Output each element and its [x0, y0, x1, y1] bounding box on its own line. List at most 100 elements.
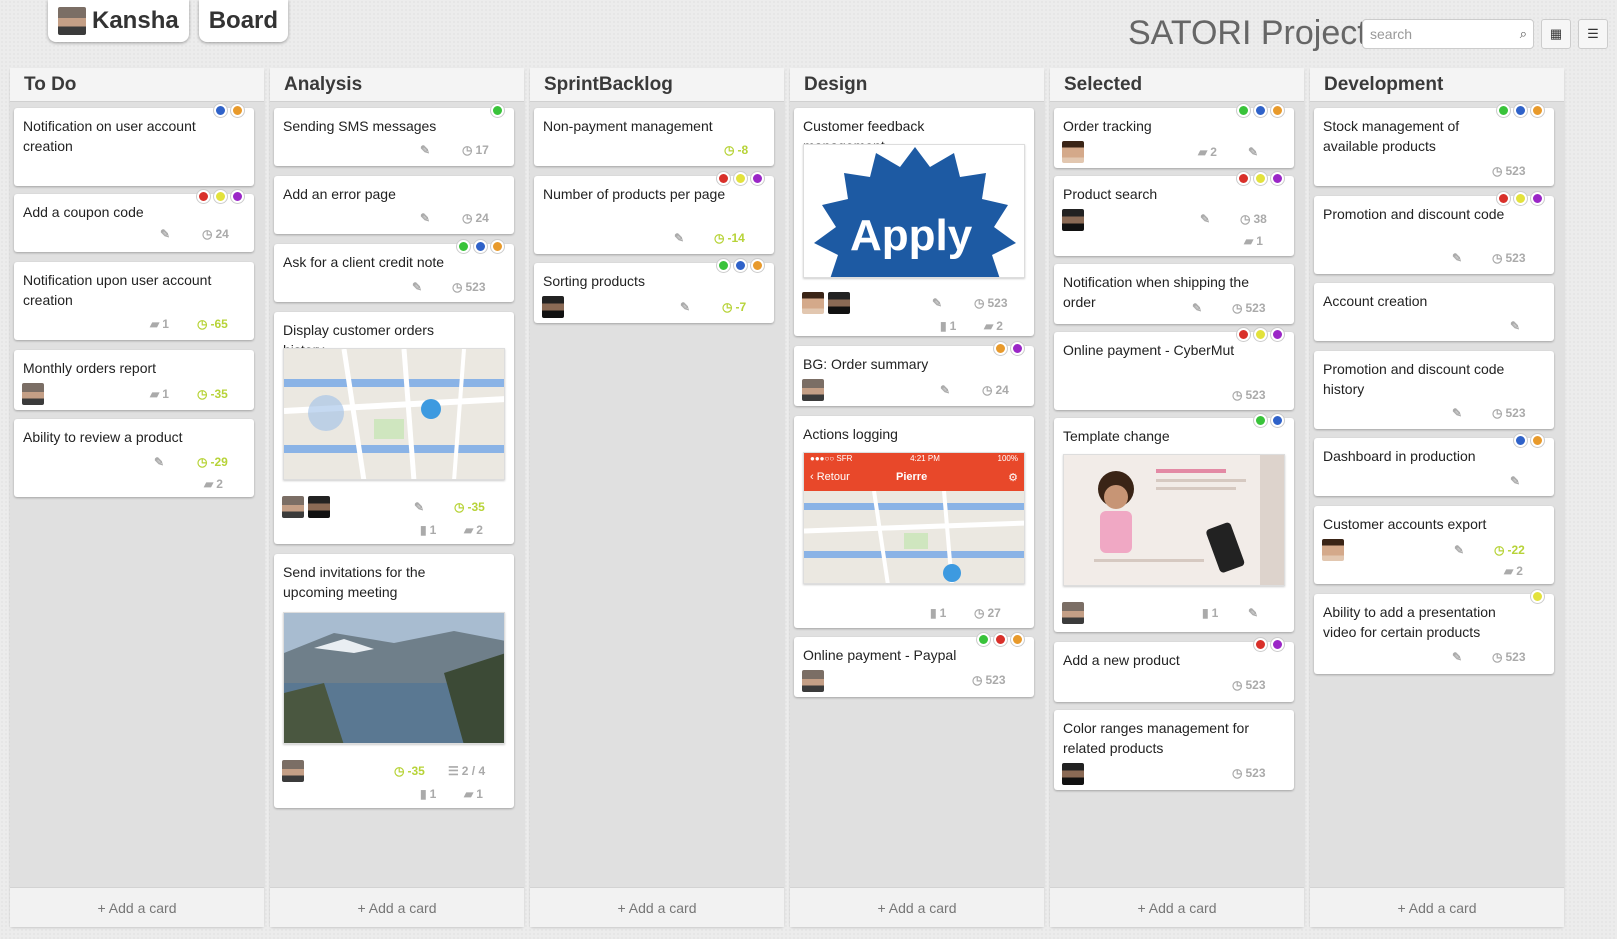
card[interactable]: Account creation ✎	[1314, 283, 1554, 341]
due-meta: ◷ -8	[724, 143, 748, 157]
member-avatar[interactable]	[828, 292, 850, 314]
due-meta: ◷ 523	[972, 673, 1006, 687]
pencil-icon[interactable]: ✎	[160, 227, 170, 241]
card[interactable]: Monthly orders report ▰ 1 ◷ -35	[14, 350, 254, 410]
card[interactable]: Ask for a client credit note ✎ ◷ 523	[274, 240, 514, 302]
card[interactable]: Ability to add a presentation video for …	[1314, 590, 1554, 674]
member-avatar[interactable]	[282, 496, 304, 518]
member-avatar[interactable]	[802, 292, 824, 314]
member-avatar[interactable]	[282, 760, 304, 782]
member-avatar[interactable]	[542, 296, 564, 318]
board-tab[interactable]: Board	[198, 0, 289, 42]
pencil-icon[interactable]: ✎	[1192, 301, 1202, 315]
label-dot	[491, 240, 504, 253]
card[interactable]: Promotion and discount code history ✎ ◷ 5…	[1314, 351, 1554, 429]
clock-icon: ◷	[197, 317, 208, 331]
card[interactable]: Online payment - Paypal ◷ 523	[794, 633, 1034, 697]
add-card-button[interactable]: + Add a card	[270, 887, 524, 927]
due-value: 24	[215, 227, 229, 241]
pencil-icon[interactable]: ✎	[1454, 543, 1464, 557]
due-value: 523	[1245, 678, 1266, 692]
card[interactable]: Notification when shipping the order ✎ ◷…	[1054, 264, 1294, 324]
pencil-icon[interactable]: ✎	[1200, 212, 1210, 226]
search-icon[interactable]: ⌕	[1520, 26, 1527, 42]
pencil-icon[interactable]: ✎	[154, 455, 164, 469]
pencil-icon[interactable]: ✎	[1248, 145, 1258, 159]
card-title: Notification upon user account creation	[23, 272, 212, 308]
pencil-icon[interactable]: ✎	[414, 500, 424, 514]
card[interactable]: Online payment - CyberMut ◷ 523	[1054, 328, 1294, 410]
pencil-icon[interactable]: ✎	[420, 211, 430, 225]
member-avatar[interactable]	[802, 379, 824, 401]
label-dot	[1514, 434, 1527, 447]
add-card-button[interactable]: + Add a card	[10, 887, 264, 927]
pencil-icon[interactable]: ✎	[674, 231, 684, 245]
column-title: To Do	[10, 68, 264, 102]
list-view-button[interactable]: ☰	[1578, 19, 1608, 49]
card[interactable]: Product search ✎ ◷ 38 ▰ 1	[1054, 172, 1294, 256]
member-avatar[interactable]	[1062, 209, 1084, 231]
card[interactable]: Number of products per page ✎ ◷ -14	[534, 172, 774, 254]
pencil-icon[interactable]: ✎	[1452, 406, 1462, 420]
label-dot	[231, 104, 244, 117]
member-avatar[interactable]	[22, 383, 44, 405]
card[interactable]: Sending SMS messages ✎ ◷ 17	[274, 104, 514, 166]
pencil-icon[interactable]: ✎	[1452, 251, 1462, 265]
user-tab[interactable]: Kansha	[48, 0, 189, 42]
card[interactable]: Add a new product ◷ 523	[1054, 638, 1294, 702]
pencil-icon[interactable]: ✎	[1248, 606, 1258, 620]
add-card-button[interactable]: + Add a card	[530, 887, 784, 927]
member-avatar[interactable]	[802, 670, 824, 692]
card[interactable]: Ability to review a product ✎ ◷ -29 ▰ 2	[14, 419, 254, 497]
card[interactable]: Dashboard in production ✎	[1314, 434, 1554, 496]
card[interactable]: Non-payment management ◷ -8	[534, 108, 774, 166]
card[interactable]: Display customer orders history ✎ ◷-35	[274, 312, 514, 544]
pencil-icon[interactable]: ✎	[680, 300, 690, 314]
clock-icon: ◷	[1232, 766, 1243, 780]
card[interactable]: Sorting products ✎ ◷ -7	[534, 259, 774, 323]
comments-count: 2	[476, 523, 483, 537]
card[interactable]: Customer accounts export ✎ ◷ -22 ▰ 2	[1314, 506, 1554, 584]
member-avatar[interactable]	[308, 496, 330, 518]
pencil-icon[interactable]: ✎	[932, 296, 942, 310]
card[interactable]: Notification on user account creation	[14, 104, 254, 186]
card[interactable]: Add an error page ✎ ◷ 24	[274, 176, 514, 234]
card[interactable]: Send invitations for the upcoming meetin…	[274, 554, 514, 808]
card[interactable]: Actions logging ●●●○○ SFR 4:21 PM 100% ‹…	[794, 416, 1034, 628]
pencil-icon[interactable]: ✎	[1510, 319, 1520, 333]
pencil-icon[interactable]: ✎	[412, 280, 422, 294]
clock-icon: ◷	[714, 231, 725, 245]
label-dot	[1254, 172, 1267, 185]
clock-icon: ◷	[1492, 164, 1503, 178]
card[interactable]: BG: Order summary ✎ ◷ 24	[794, 342, 1034, 406]
due-meta: ◷ -65	[197, 317, 228, 331]
search-input[interactable]	[1363, 20, 1503, 48]
add-card-button[interactable]: + Add a card	[1310, 887, 1564, 927]
label-dot	[1237, 104, 1250, 117]
member-avatar[interactable]	[1062, 763, 1084, 785]
member-avatar[interactable]	[1322, 539, 1344, 561]
label-dot	[1531, 590, 1544, 603]
card[interactable]: Stock management of available products ◷…	[1314, 104, 1554, 186]
pencil-icon[interactable]: ✎	[1452, 650, 1462, 664]
card[interactable]: Add a coupon code ✎ ◷ 24	[14, 190, 254, 252]
calendar-view-button[interactable]: ▦	[1541, 19, 1571, 49]
member-avatar[interactable]	[1062, 602, 1084, 624]
pencil-icon[interactable]: ✎	[940, 383, 950, 397]
add-card-button[interactable]: + Add a card	[790, 887, 1044, 927]
label-dot	[1271, 328, 1284, 341]
clock-icon: ◷	[982, 383, 993, 397]
add-card-button[interactable]: + Add a card	[1050, 887, 1304, 927]
card-title: Ability to review a product	[23, 429, 183, 445]
member-avatar[interactable]	[1062, 141, 1084, 163]
card[interactable]: Notification upon user account creation …	[14, 262, 254, 340]
due-meta: ◷ 24	[202, 227, 229, 241]
due-value: -65	[210, 317, 228, 331]
card[interactable]: Color ranges management for related prod…	[1054, 710, 1294, 790]
pencil-icon[interactable]: ✎	[1510, 474, 1520, 488]
card[interactable]: Order tracking ▰ 2 ✎	[1054, 104, 1294, 168]
card[interactable]: Customer feedback management Apply ✎ ◷52…	[794, 108, 1034, 336]
card[interactable]: Template change ▮ 1 ✎	[1054, 414, 1294, 632]
card[interactable]: Promotion and discount code ✎ ◷ 523	[1314, 192, 1554, 274]
pencil-icon[interactable]: ✎	[420, 143, 430, 157]
